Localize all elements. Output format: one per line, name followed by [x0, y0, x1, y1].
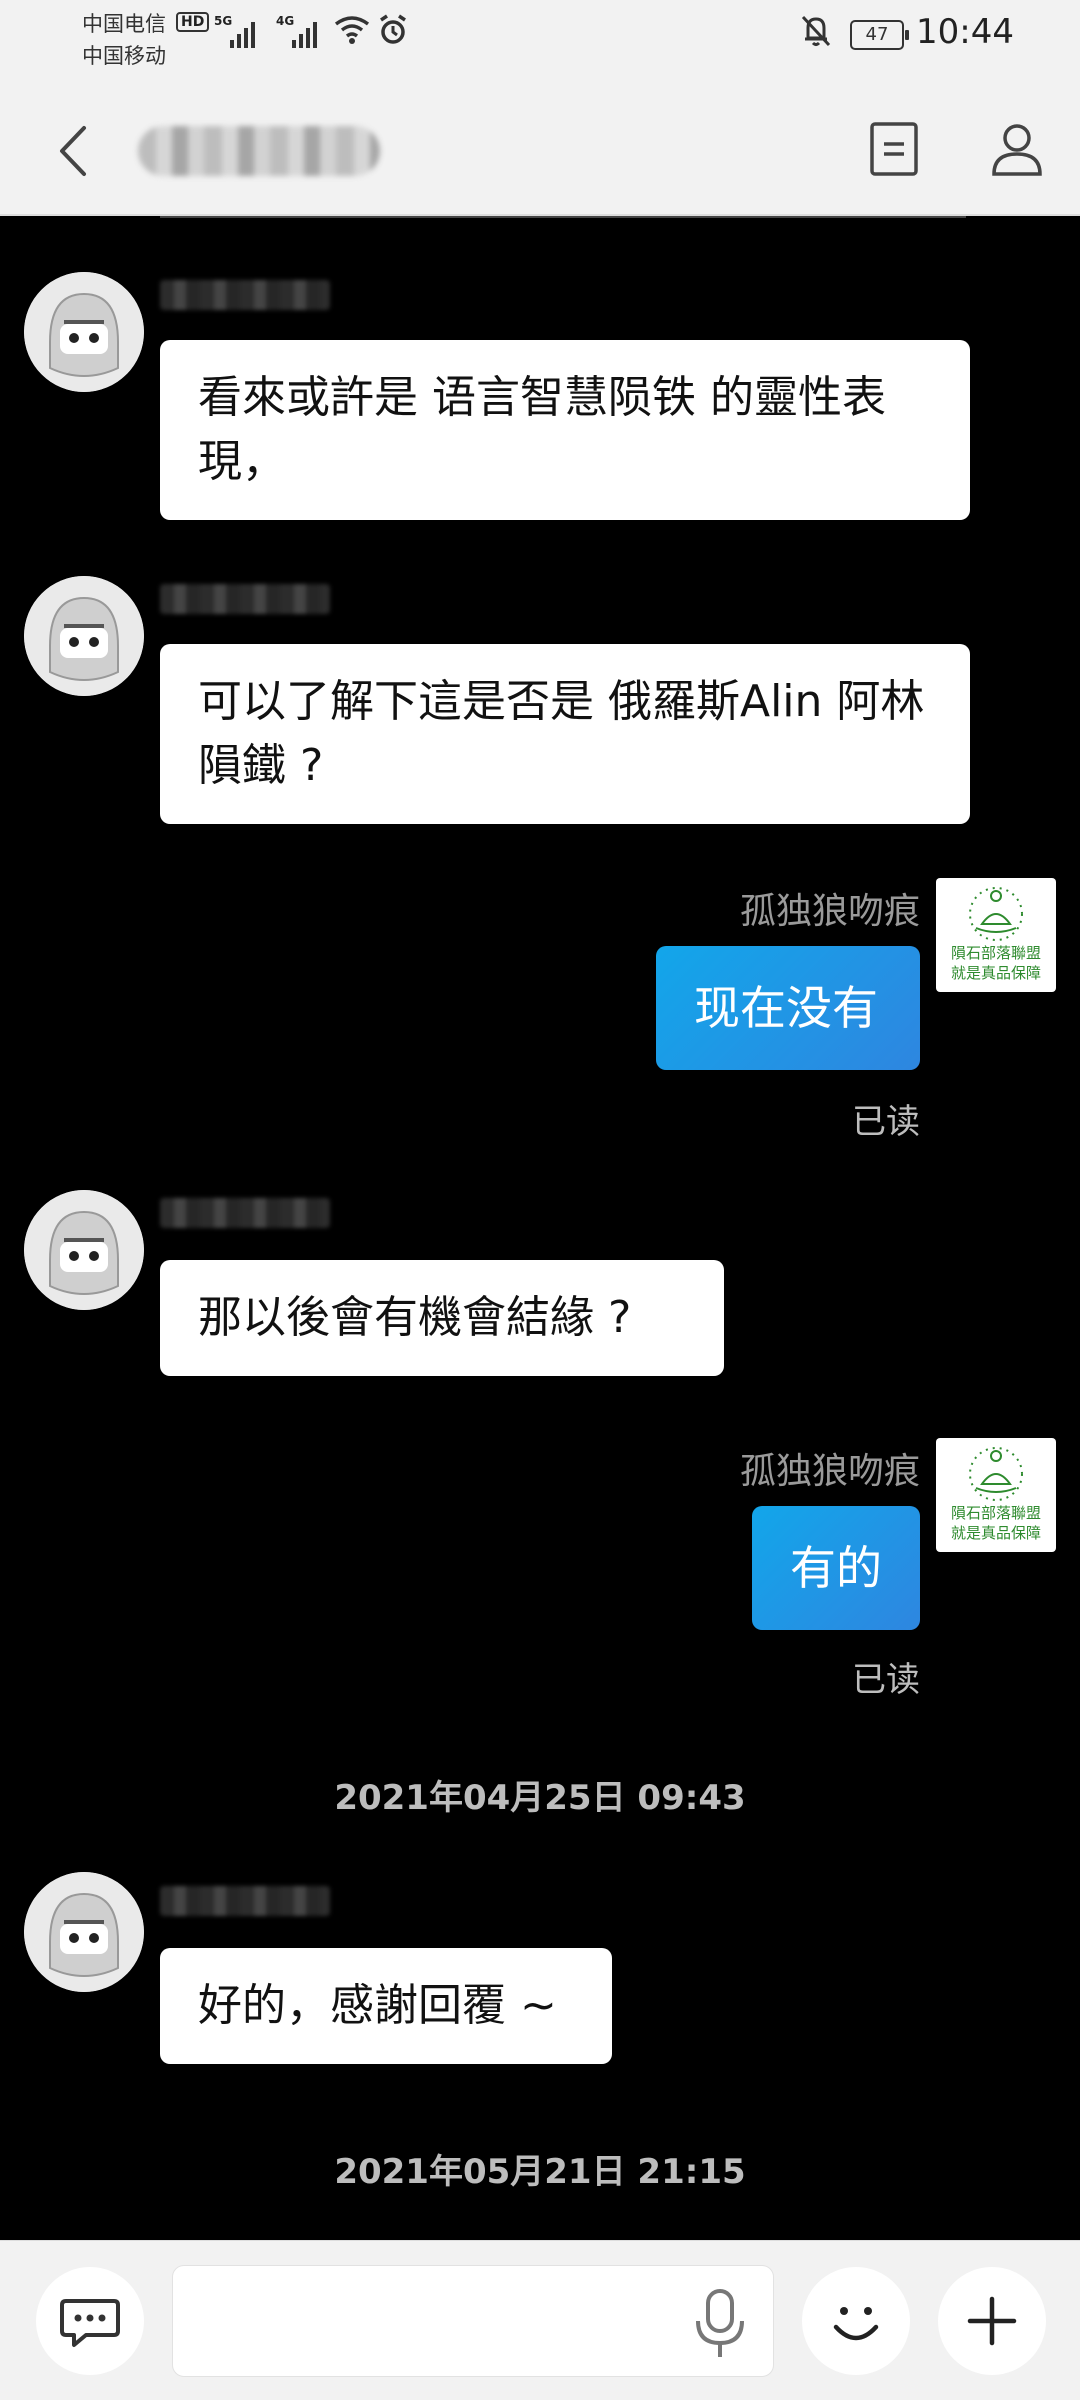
hd-badge: HD [176, 12, 210, 32]
read-receipt: 已读 [852, 1102, 920, 1142]
plus-icon [967, 2296, 1017, 2346]
chat-header [0, 86, 1080, 216]
contact-avatar[interactable] [24, 272, 144, 392]
status-bar: 中国电信 中国移动 HD 5G 4G 47 10:44 [0, 0, 1080, 86]
quick-reply-button[interactable] [36, 2267, 144, 2375]
message-list[interactable]: 看來或許是 语言智慧陨铁 的靈性表現， 可以了解下這是否是 俄羅斯Alin 阿林… [0, 216, 1080, 2240]
contact-avatar[interactable] [24, 576, 144, 696]
contact-name-redacted [160, 1886, 330, 1916]
signal-strength-icon [292, 18, 317, 48]
logo-line-1: 隕石部落聯盟 [950, 944, 1041, 962]
battery-indicator: 47 [850, 20, 909, 50]
chat-bubble-icon [60, 2299, 120, 2347]
logo-line-2: 就是真品保障 [950, 964, 1041, 982]
my-name: 孤独狼吻痕 [739, 891, 920, 932]
ninja-avatar-icon [24, 1190, 144, 1310]
battery-level: 47 [865, 24, 889, 45]
contact-name-redacted [160, 280, 330, 310]
my-name: 孤独狼吻痕 [739, 1451, 920, 1492]
contact-name-redacted [160, 1198, 330, 1228]
meditation-logo-icon [969, 887, 1023, 941]
timestamp: 2021年04月25日 09:43 [334, 1778, 746, 1818]
status-clock: 10:44 [916, 12, 1014, 52]
outgoing-message[interactable]: 现在没有 [656, 946, 920, 1070]
wifi-icon [334, 16, 370, 44]
emoji-icon [833, 2307, 879, 2341]
back-arrow-icon[interactable] [44, 116, 104, 186]
outgoing-message[interactable]: 有的 [752, 1506, 920, 1630]
ninja-avatar-icon [24, 576, 144, 696]
my-avatar[interactable]: 隕石部落聯盟 就是真品保障 [936, 878, 1056, 992]
incoming-message[interactable]: 那以後會有機會結緣 ? [160, 1260, 724, 1376]
input-bar [0, 2240, 1080, 2400]
contact-avatar[interactable] [24, 1872, 144, 1992]
notifications-muted-icon [801, 15, 831, 47]
alarm-icon [380, 14, 406, 44]
logo-line-1: 隕石部落聯盟 [950, 1504, 1041, 1522]
contact-name-redacted [160, 584, 330, 614]
ninja-avatar-icon [24, 1872, 144, 1992]
logo-line-2: 就是真品保障 [950, 1524, 1041, 1542]
incoming-message[interactable]: 好的，感謝回覆 ~ [160, 1948, 612, 2064]
profile-icon[interactable] [984, 114, 1050, 184]
my-avatar[interactable]: 隕石部落聯盟 就是真品保障 [936, 1438, 1056, 1552]
timestamp: 2021年05月21日 21:15 [334, 2152, 746, 2192]
previous-message-edge [160, 216, 966, 218]
incoming-message[interactable]: 可以了解下這是否是 俄羅斯Alin 阿林隕鐵 ? [160, 644, 970, 824]
emoji-button[interactable] [802, 2267, 910, 2375]
carrier-1: 中国电信 [82, 12, 166, 36]
chat-title-redacted [138, 126, 380, 176]
more-options-button[interactable] [938, 2267, 1046, 2375]
incoming-message[interactable]: 看來或許是 语言智慧陨铁 的靈性表現， [160, 340, 970, 520]
contact-avatar[interactable] [24, 1190, 144, 1310]
meditation-logo-icon [969, 1447, 1023, 1501]
notes-icon[interactable] [864, 114, 924, 184]
microphone-icon[interactable] [684, 2285, 756, 2361]
ninja-avatar-icon [24, 272, 144, 392]
carrier-2: 中国移动 [82, 44, 166, 68]
signal-strength-icon [230, 18, 255, 48]
read-receipt: 已读 [852, 1660, 920, 1700]
